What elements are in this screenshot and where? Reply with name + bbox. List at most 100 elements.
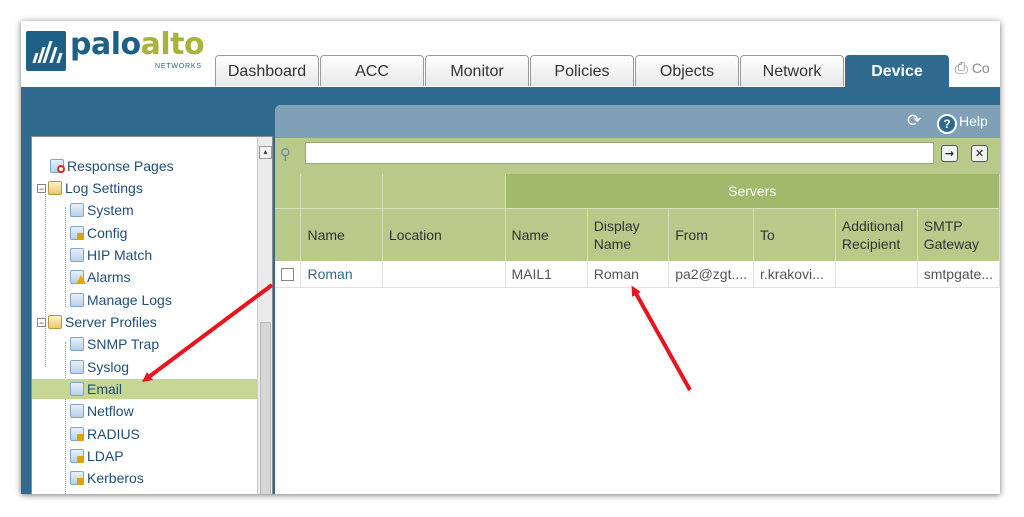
netflow-icon — [70, 404, 84, 418]
sidebar-item-label: Log Settings — [65, 180, 143, 196]
table-row[interactable]: Roman MAIL1 Roman pa2@zgt.... r.krakovi.… — [275, 261, 1000, 288]
sidebar-item-label: Manage Logs — [87, 292, 172, 308]
search-icon: ⚲ — [280, 145, 291, 163]
collapse-icon[interactable]: − — [37, 184, 46, 194]
response-pages-icon — [50, 159, 65, 173]
filter-bar: ⚲ → ✕ — [275, 138, 1000, 174]
refresh-icon[interactable]: ⟳ — [907, 112, 925, 130]
sidebar-item-label: HIP Match — [87, 247, 153, 263]
sidebar-item-label: Kerberos — [87, 470, 144, 486]
help-label: Help — [959, 113, 988, 129]
profile-name-link[interactable]: Roman — [300, 261, 383, 288]
column-from[interactable]: From — [668, 208, 755, 261]
snmp-trap-icon — [70, 337, 84, 351]
alarm-icon — [70, 270, 86, 284]
sidebar-tree: Response Pages − Log Settings System Conf… — [31, 136, 273, 494]
sidebar-item-label: Netflow — [87, 403, 134, 419]
sidebar-item-label: Server Profiles — [65, 314, 157, 330]
sidebar-item-label: Syslog — [87, 359, 130, 375]
sidebar-item-ldap[interactable]: LDAP — [70, 446, 124, 466]
smtp-gateway-cell: smtpgate... — [917, 261, 1000, 288]
sidebar-item-label: Response Pages — [67, 158, 174, 174]
sidebar-item-system[interactable]: System — [70, 200, 134, 220]
radius-icon — [70, 427, 84, 441]
column-display-name[interactable]: Display Name — [587, 208, 670, 261]
sidebar-item-label: Alarms — [87, 269, 131, 285]
sidebar-item-hip-match[interactable]: HIP Match — [70, 245, 152, 265]
tab-policies[interactable]: Policies — [530, 55, 634, 86]
table-group-header: Servers — [275, 174, 1000, 209]
sidebar-item-radius[interactable]: RADIUS — [70, 424, 140, 444]
email-profiles-table: Servers Name Location Name Display Name … — [275, 174, 1000, 288]
hip-match-icon — [70, 248, 84, 262]
header: paloalto NETWORKS Dashboard ACC Monitor … — [21, 21, 1000, 87]
column-server-name[interactable]: Name — [505, 208, 588, 261]
sidebar-item-log-settings[interactable]: − Log Settings — [37, 178, 143, 198]
sidebar-item-response-pages[interactable]: Response Pages — [50, 156, 174, 176]
server-name-cell: MAIL1 — [505, 261, 588, 288]
sidebar-item-kerberos[interactable]: Kerberos — [70, 468, 144, 488]
collapse-icon[interactable]: − — [37, 318, 46, 328]
server-profiles-icon — [48, 315, 62, 329]
panel-toolbar: ⟳ ? Help — [275, 105, 1000, 138]
tab-dashboard[interactable]: Dashboard — [215, 55, 319, 86]
sidebar-item-config[interactable]: Config — [70, 223, 127, 243]
column-additional-recipient[interactable]: Additional Recipient — [835, 208, 918, 261]
log-settings-icon — [48, 181, 62, 195]
column-to[interactable]: To — [753, 208, 836, 261]
apply-filter-icon[interactable]: → — [941, 145, 958, 162]
tab-acc[interactable]: ACC — [320, 55, 424, 86]
logo-mark-icon — [26, 31, 66, 71]
manage-logs-icon — [70, 293, 84, 307]
logo-wordmark: paloalto — [70, 27, 205, 62]
select-all-column — [275, 208, 302, 261]
paloalto-logo: paloalto NETWORKS — [26, 27, 216, 73]
tab-objects[interactable]: Objects — [635, 55, 739, 86]
system-log-icon — [70, 203, 84, 217]
commit-label: Co — [971, 60, 990, 76]
clear-filter-icon[interactable]: ✕ — [971, 145, 988, 162]
sidebar-item-label: Config — [87, 225, 128, 241]
display-name-cell: Roman — [587, 261, 670, 288]
sidebar-item-alarms[interactable]: Alarms — [70, 267, 131, 287]
from-cell: pa2@zgt.... — [668, 261, 755, 288]
tab-device[interactable]: Device — [845, 55, 949, 87]
sidebar-item-label: LDAP — [87, 448, 124, 464]
app-window: paloalto NETWORKS Dashboard ACC Monitor … — [21, 21, 1000, 494]
to-cell: r.krakovi... — [753, 261, 836, 288]
tab-network[interactable]: Network — [740, 55, 844, 86]
sidebar-item-label: System — [87, 202, 134, 218]
sidebar-item-label: Email — [87, 381, 123, 397]
sidebar-item-email[interactable]: Email — [32, 379, 258, 399]
sidebar-item-label: SNMP Trap — [87, 336, 160, 352]
sidebar-item-label: RADIUS — [87, 426, 140, 442]
panel-splitter[interactable] — [271, 405, 275, 435]
row-checkbox[interactable] — [281, 268, 294, 281]
column-location[interactable]: Location — [382, 208, 506, 261]
filter-input[interactable] — [305, 142, 934, 164]
scrollbar-thumb[interactable] — [260, 322, 271, 494]
scroll-up-icon[interactable]: ▲ — [259, 146, 272, 159]
email-icon — [70, 382, 84, 396]
column-smtp-gateway[interactable]: SMTP Gateway — [917, 208, 1000, 261]
commit-button[interactable]: ⎙ Co — [955, 60, 990, 78]
syslog-icon — [70, 360, 84, 374]
table-column-header: Name Location Name Display Name From To … — [275, 208, 1000, 261]
sidebar-item-manage-logs[interactable]: Manage Logs — [70, 290, 172, 310]
sidebar-item-syslog[interactable]: Syslog — [70, 357, 129, 377]
tab-monitor[interactable]: Monitor — [425, 55, 529, 86]
config-log-icon — [70, 226, 84, 240]
commit-icon: ⎙ — [955, 60, 968, 77]
kerberos-icon — [70, 471, 84, 485]
servers-group-header: Servers — [505, 174, 1000, 209]
help-icon: ? — [937, 114, 957, 134]
column-name[interactable]: Name — [300, 208, 383, 261]
location-cell — [382, 261, 506, 288]
sidebar-item-server-profiles[interactable]: − Server Profiles — [37, 312, 157, 332]
help-button[interactable]: ? Help — [937, 110, 988, 134]
main-panel: ⟳ ? Help ⚲ → ✕ Servers Name Location Name… — [275, 105, 1000, 494]
sidebar-item-snmp-trap[interactable]: SNMP Trap — [70, 334, 159, 354]
sidebar-scrollbar[interactable]: ▲ — [257, 137, 272, 494]
row-checkbox-cell — [275, 261, 302, 288]
sidebar-item-netflow[interactable]: Netflow — [70, 401, 134, 421]
